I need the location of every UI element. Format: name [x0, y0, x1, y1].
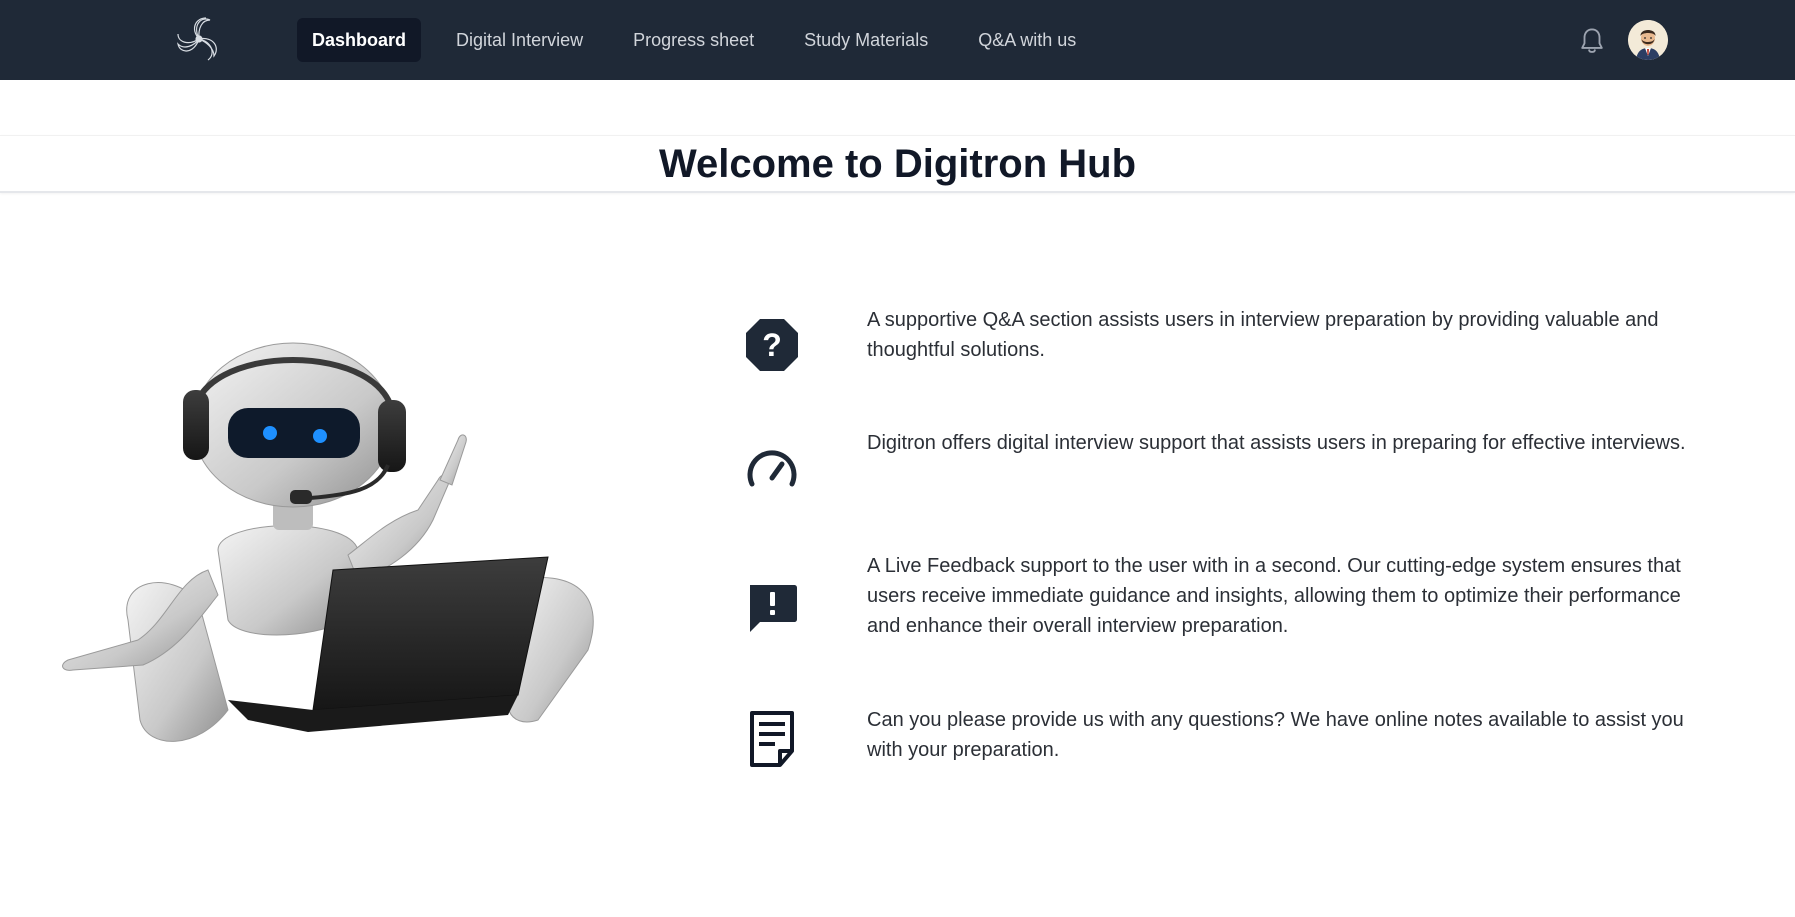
feedback-message-icon [750, 585, 797, 632]
nav-study-materials[interactable]: Study Materials [789, 18, 943, 62]
feature-live-feedback-text: A Live Feedback support to the user with… [867, 555, 1681, 637]
robot-illustration [62, 342, 594, 742]
avatar[interactable] [1628, 20, 1668, 60]
feature-digital-interview: Digitron offers digital interview suppor… [740, 428, 1700, 498]
speedometer-icon [747, 450, 797, 487]
page-title: Welcome to Digitron Hub [658, 142, 1137, 186]
feature-qa: ? A supportive Q&A section assists users… [740, 305, 1700, 375]
question-octagon-icon: ? [746, 319, 798, 371]
logo-icon[interactable] [172, 12, 226, 66]
feature-online-notes-text: Can you please provide us with any quest… [867, 709, 1684, 761]
nav-digital-interview[interactable]: Digital Interview [441, 18, 598, 62]
feature-online-notes: Can you please provide us with any quest… [740, 705, 1700, 775]
svg-text:?: ? [762, 327, 782, 363]
feature-qa-text: A supportive Q&A section assists users i… [867, 309, 1659, 361]
nav-dashboard[interactable]: Dashboard [297, 18, 422, 62]
feature-digital-interview-text: Digitron offers digital interview suppor… [867, 432, 1686, 454]
bell-icon[interactable] [1578, 26, 1606, 56]
title-band: Welcome to Digitron Hub [0, 135, 1795, 193]
notes-document-icon [750, 711, 794, 767]
nav-qa-with-us[interactable]: Q&A with us [963, 18, 1091, 62]
nav-progress-sheet[interactable]: Progress sheet [618, 18, 769, 62]
top-navbar: Dashboard Digital Interview Progress she… [0, 0, 1795, 80]
feature-live-feedback: A Live Feedback support to the user with… [740, 551, 1700, 651]
main-nav: Dashboard Digital Interview Progress she… [297, 18, 1109, 62]
